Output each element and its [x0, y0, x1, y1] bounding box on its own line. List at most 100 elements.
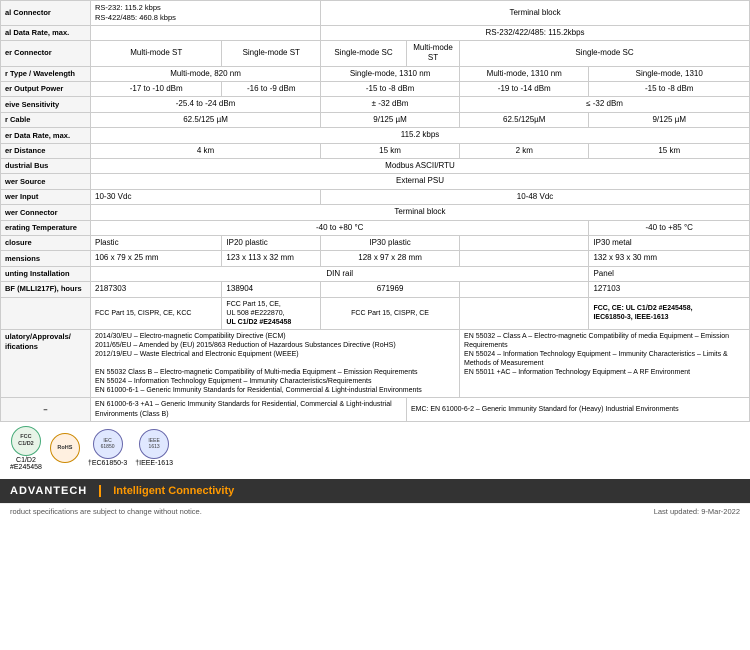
- iec-label: †EC61850-3: [88, 460, 127, 467]
- cell: Single-mode, 1310: [589, 66, 750, 81]
- cell: Terminal block: [91, 205, 750, 220]
- table-row: al Data Rate, max. RS-232/422/485: 115.2…: [1, 25, 750, 40]
- cell: FCC Part 15, CE,UL 508 #E222870,UL C1/D2…: [222, 297, 321, 329]
- cell: 4 km: [91, 143, 321, 158]
- cell: Terminal block: [321, 1, 750, 26]
- cell: -25.4 to -24 dBm: [91, 97, 321, 112]
- row-label: er Output Power: [1, 82, 91, 97]
- footer-notice: roduct specifications are subject to cha…: [10, 507, 202, 516]
- rohs-icon: RoHS: [50, 433, 80, 463]
- table-row: er Data Rate, max. 115.2 kbps: [1, 128, 750, 143]
- row-label: closure: [1, 235, 91, 250]
- cell: IP30 metal: [589, 235, 750, 250]
- row-label: eive Sensitivity: [1, 97, 91, 112]
- cell: -17 to -10 dBm: [91, 82, 222, 97]
- table-row: mensions 106 x 79 x 25 mm 123 x 113 x 32…: [1, 251, 750, 266]
- cell: 15 km: [321, 143, 460, 158]
- footer-updated: Last updated: 9-Mar-2022: [654, 507, 740, 516]
- cell: Multi-mode ST: [406, 40, 459, 66]
- cell-dash: –: [1, 398, 91, 421]
- cell-regulatory-right: EN 55032 – Class A – Electro-magnetic Co…: [460, 329, 750, 398]
- cell: Single-mode SC: [321, 40, 407, 66]
- iec-icon: IEC61850: [93, 429, 123, 459]
- cell: -40 to +80 °C: [91, 220, 589, 235]
- cell: RS-232: 115.2 kbpsRS-422/485: 460.8 kbps: [91, 1, 321, 26]
- ieee-icon-badge: IEEE1613 †IEEE-1613: [135, 429, 173, 467]
- brand-name: ADVANTECH: [10, 485, 101, 497]
- cell: Multi-mode, 1310 nm: [460, 66, 589, 81]
- table-row: al Connector RS-232: 115.2 kbpsRS-422/48…: [1, 1, 750, 26]
- cell: -16 to -9 dBm: [222, 82, 321, 97]
- table-row: dustrial Bus Modbus ASCII/RTU: [1, 159, 750, 174]
- cell: Multi-mode ST: [91, 40, 222, 66]
- row-label: al Connector: [1, 1, 91, 26]
- main-content: al Connector RS-232: 115.2 kbpsRS-422/48…: [0, 0, 750, 519]
- cell: 132 x 93 x 30 mm: [589, 251, 750, 266]
- cell: Single-mode SC: [460, 40, 750, 66]
- cell: Single-mode, 1310 nm: [321, 66, 460, 81]
- row-label: er Data Rate, max.: [1, 128, 91, 143]
- cell: 138904: [222, 282, 321, 297]
- cell: FCC, CE: UL C1/D2 #E245458,IEC61850-3, I…: [589, 297, 750, 329]
- cell: 62.5/125µM: [460, 112, 589, 127]
- fcc-label: C1/D2#E245458: [10, 457, 42, 471]
- row-label: al Data Rate, max.: [1, 25, 91, 40]
- icons-row: FCCC1/D2 C1/D2#E245458 RoHS IEC61850 †EC…: [0, 422, 750, 475]
- cell: ± -32 dBm: [321, 97, 460, 112]
- cell: 106 x 79 x 25 mm: [91, 251, 222, 266]
- row-label: unting Installation: [1, 266, 91, 281]
- cell: -19 to -14 dBm: [460, 82, 589, 97]
- table-row: BF (MLLI217F), hours 2187303 138904 6719…: [1, 282, 750, 297]
- cell: FCC Part 15, CISPR, CE: [321, 297, 460, 329]
- cell: [460, 297, 589, 329]
- table-row: erating Temperature -40 to +80 °C -40 to…: [1, 220, 750, 235]
- cell: 115.2 kbps: [91, 128, 750, 143]
- table-row-extra: – EN 61000-6-3 +A1 – Generic Immunity St…: [1, 398, 750, 421]
- table-row: unting Installation DIN rail Panel: [1, 266, 750, 281]
- rohs-icon-badge: RoHS: [50, 433, 80, 463]
- cell: Modbus ASCII/RTU: [91, 159, 750, 174]
- table-row: closure Plastic IP20 plastic IP30 plasti…: [1, 235, 750, 250]
- footer-bottom: roduct specifications are subject to cha…: [0, 503, 750, 519]
- table-row: er Connector Multi-mode ST Single-mode S…: [1, 40, 750, 66]
- cell: 671969: [321, 282, 460, 297]
- table-row: r Cable 62.5/125 µM 9/125 µM 62.5/125µM …: [1, 112, 750, 127]
- cell-extra-center: EN 61000-6-3 +A1 – Generic Immunity Stan…: [91, 398, 407, 421]
- cell: 10-30 Vdc: [91, 189, 321, 204]
- cell: Panel: [589, 266, 750, 281]
- iec-icon-badge: IEC61850 †EC61850-3: [88, 429, 127, 467]
- table-row: FCC Part 15, CISPR, CE, KCC FCC Part 15,…: [1, 297, 750, 329]
- cell: IP30 plastic: [321, 235, 460, 250]
- fcc-icon: FCCC1/D2: [11, 426, 41, 456]
- row-label: er Connector: [1, 40, 91, 66]
- cell-extra-right: EMC: EN 61000-6-2 – Generic Immunity Sta…: [406, 398, 749, 421]
- cell: 10-48 Vdc: [321, 189, 750, 204]
- table-row: wer Input 10-30 Vdc 10-48 Vdc: [1, 189, 750, 204]
- cell: Plastic: [91, 235, 222, 250]
- cell: ≤ -32 dBm: [460, 97, 750, 112]
- cell: IP20 plastic: [222, 235, 321, 250]
- table-row-regulatory: ulatory/Approvals/ifications 2014/30/EU …: [1, 329, 750, 398]
- cell: -15 to -8 dBm: [589, 82, 750, 97]
- cell: 15 km: [589, 143, 750, 158]
- row-label: r Cable: [1, 112, 91, 127]
- cell: 2 km: [460, 143, 589, 158]
- table-row: r Type / Wavelength Multi-mode, 820 nm S…: [1, 66, 750, 81]
- row-label: erating Temperature: [1, 220, 91, 235]
- fcc-icon-badge: FCCC1/D2 C1/D2#E245458: [10, 426, 42, 471]
- cell: 62.5/125 µM: [91, 112, 321, 127]
- row-label-regulatory: ulatory/Approvals/ifications: [1, 329, 91, 398]
- table-row: er Distance 4 km 15 km 2 km 15 km: [1, 143, 750, 158]
- cell: 127103: [589, 282, 750, 297]
- cell: 2187303: [91, 282, 222, 297]
- cell: 9/125 µM: [321, 112, 460, 127]
- row-label: dustrial Bus: [1, 159, 91, 174]
- cell: 123 x 113 x 32 mm: [222, 251, 321, 266]
- row-label: wer Connector: [1, 205, 91, 220]
- cell: FCC Part 15, CISPR, CE, KCC: [91, 297, 222, 329]
- row-label: wer Source: [1, 174, 91, 189]
- cell: 128 x 97 x 28 mm: [321, 251, 460, 266]
- row-label: [1, 297, 91, 329]
- row-label: r Type / Wavelength: [1, 66, 91, 81]
- ieee-label: †IEEE-1613: [135, 460, 173, 467]
